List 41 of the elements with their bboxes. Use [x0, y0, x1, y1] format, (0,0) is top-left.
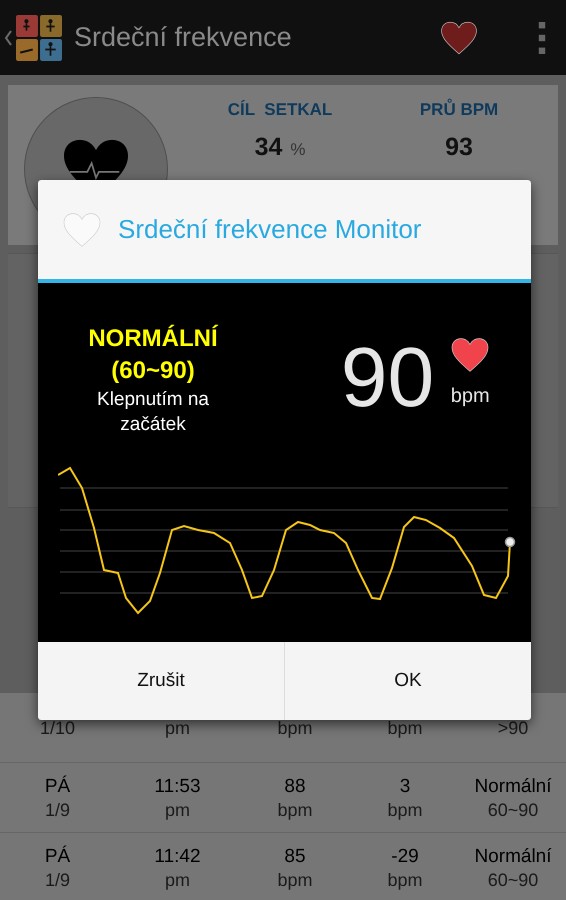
app-icon[interactable] — [16, 14, 62, 60]
app-title: Srdeční frekvence — [74, 21, 292, 54]
row-value: 3 — [400, 774, 410, 798]
heart-icon — [62, 212, 102, 248]
row-subtext: 1/9 — [44, 798, 70, 820]
row-value: 11:53 — [154, 774, 201, 798]
history-row[interactable]: PÁ 1/9 11:42 pm 85 bpm -29 bpm Normální 60~90 — [0, 833, 566, 900]
row-subtext: pm — [164, 868, 190, 890]
bpm-reading: 90 — [340, 335, 434, 419]
row-value: 88 — [284, 774, 306, 798]
row-subtext: pm — [164, 798, 190, 820]
stat-label: PRŮ BPM — [420, 98, 498, 121]
row-value: 85 — [284, 844, 306, 868]
row-subtext: 60~90 — [488, 868, 538, 890]
status-label: NORMÁLNÍ — [88, 324, 218, 354]
stat-unit: % — [290, 138, 306, 160]
status-range: (60~90) — [111, 356, 195, 386]
row-subtext: bpm — [277, 798, 312, 820]
row-value: Normální — [474, 844, 552, 868]
history-row[interactable]: PÁ 1/9 11:53 pm 88 bpm 3 bpm Normální 60~90 — [0, 763, 566, 833]
row-subtext: bpm — [387, 798, 422, 820]
row-value: 11:42 — [154, 844, 201, 868]
stat-value: 34 — [254, 132, 282, 162]
row-value: PÁ — [44, 774, 70, 798]
row-value: PÁ — [44, 844, 70, 868]
stat-label: CÍL SETKAL — [228, 99, 332, 121]
row-subtext: bpm — [277, 868, 312, 890]
dialog-button[interactable]: OK — [284, 642, 531, 720]
row-value: -29 — [391, 844, 419, 868]
dialog-title: Srdeční frekvence Monitor — [118, 213, 422, 246]
heart-icon — [440, 20, 478, 56]
start-hint[interactable]: Klepnutím na začátek — [78, 387, 228, 437]
heart-icon — [450, 337, 490, 373]
stat-value: 93 — [445, 132, 473, 162]
row-subtext: bpm — [387, 868, 422, 890]
row-value: Normální — [474, 774, 552, 798]
row-subtext: 60~90 — [488, 798, 538, 820]
bpm-unit: bpm — [450, 384, 490, 409]
row-subtext: 1/9 — [44, 868, 70, 890]
back-icon[interactable] — [4, 28, 12, 46]
overflow-menu-icon[interactable] — [538, 22, 546, 54]
